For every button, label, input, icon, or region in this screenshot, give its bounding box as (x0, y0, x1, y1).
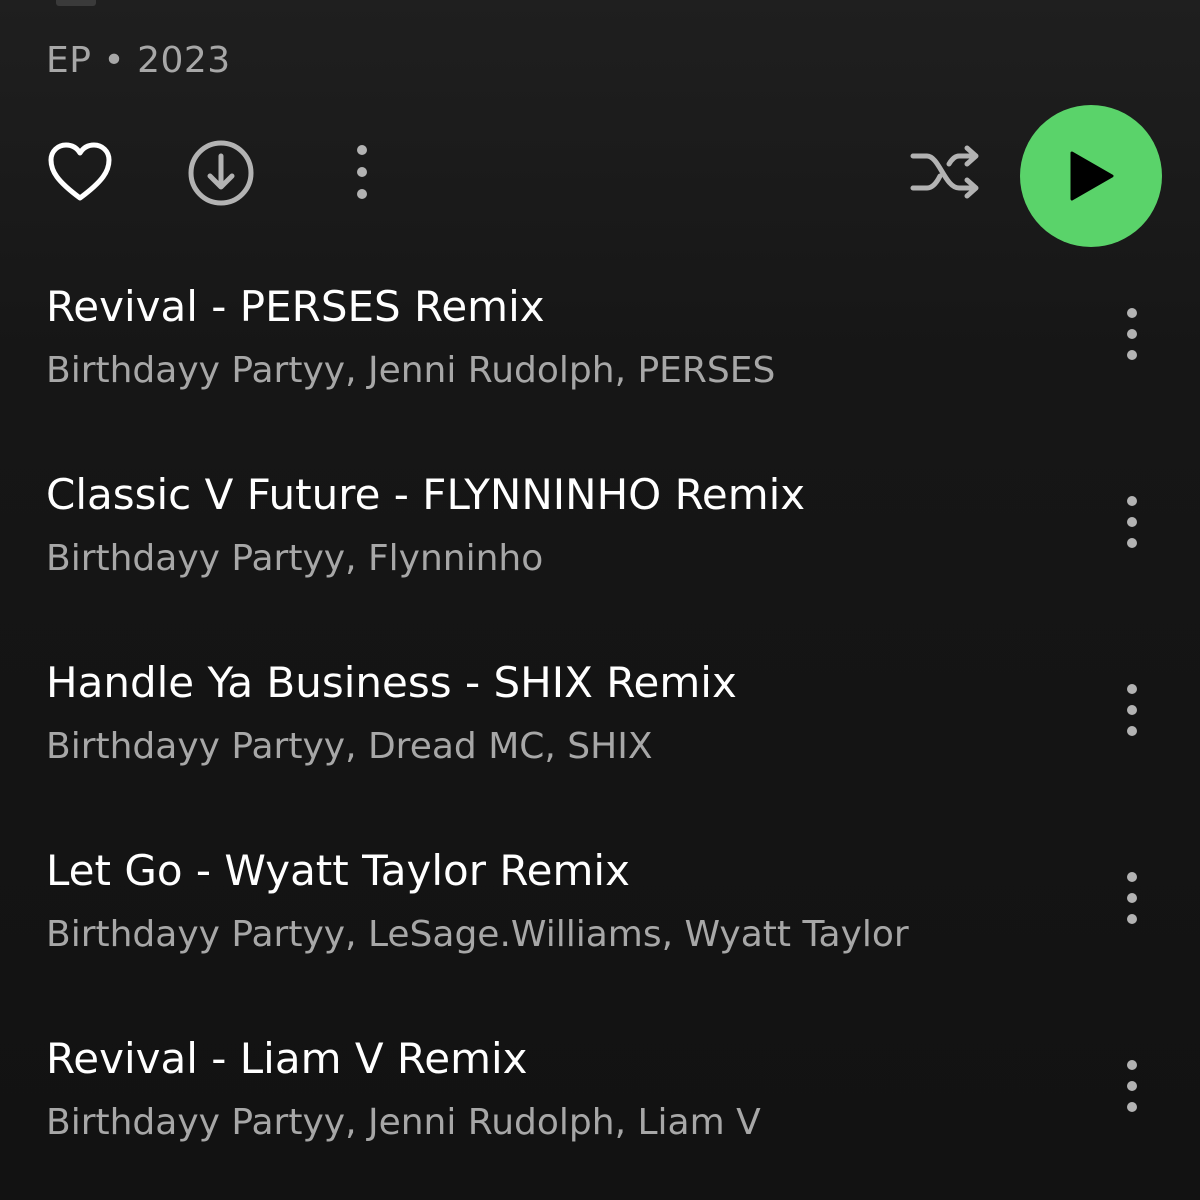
track-more-options-button[interactable] (1112, 680, 1152, 740)
download-circle-icon (188, 140, 254, 206)
more-vertical-icon (1127, 496, 1137, 548)
more-vertical-icon (1127, 308, 1137, 360)
download-button[interactable] (184, 136, 258, 210)
track-title: Handle Ya Business - SHIX Remix (46, 658, 737, 707)
play-button[interactable] (1020, 105, 1162, 247)
header-artwork-edge (56, 0, 96, 6)
track-title: Classic V Future - FLYNNINHO Remix (46, 470, 806, 519)
shuffle-icon (910, 145, 979, 199)
track-row[interactable]: Revival - Liam V Remix Birthdayy Partyy,… (0, 1034, 1200, 1184)
track-artists: Birthdayy Partyy, Jenni Rudolph, Liam V (46, 1102, 761, 1143)
more-vertical-icon (1127, 1060, 1137, 1112)
album-more-options-button[interactable] (340, 136, 384, 208)
track-title: Revival - PERSES Remix (46, 282, 545, 331)
album-type-year: EP • 2023 (46, 40, 231, 81)
play-icon (1070, 151, 1114, 201)
track-row[interactable]: Classic V Future - FLYNNINHO Remix Birth… (0, 470, 1200, 620)
more-vertical-icon (357, 145, 367, 199)
track-artists: Birthdayy Partyy, Dread MC, SHIX (46, 726, 653, 767)
more-vertical-icon (1127, 684, 1137, 736)
track-more-options-button[interactable] (1112, 304, 1152, 364)
heart-icon (48, 142, 112, 201)
track-artists: Birthdayy Partyy, Jenni Rudolph, PERSES (46, 350, 776, 391)
shuffle-button[interactable] (904, 136, 988, 208)
track-more-options-button[interactable] (1112, 492, 1152, 552)
track-row[interactable]: Let Go - Wyatt Taylor Remix Birthdayy Pa… (0, 846, 1200, 996)
track-row[interactable]: Handle Ya Business - SHIX Remix Birthday… (0, 658, 1200, 808)
track-row[interactable]: Revival - PERSES Remix Birthdayy Partyy,… (0, 282, 1200, 432)
track-title: Revival - Liam V Remix (46, 1034, 528, 1083)
track-artists: Birthdayy Partyy, Flynninho (46, 538, 544, 579)
track-artists: Birthdayy Partyy, LeSage.Williams, Wyatt… (46, 914, 909, 955)
like-button[interactable] (44, 136, 116, 208)
more-vertical-icon (1127, 872, 1137, 924)
track-title: Let Go - Wyatt Taylor Remix (46, 846, 630, 895)
track-more-options-button[interactable] (1112, 1056, 1152, 1116)
track-more-options-button[interactable] (1112, 868, 1152, 928)
